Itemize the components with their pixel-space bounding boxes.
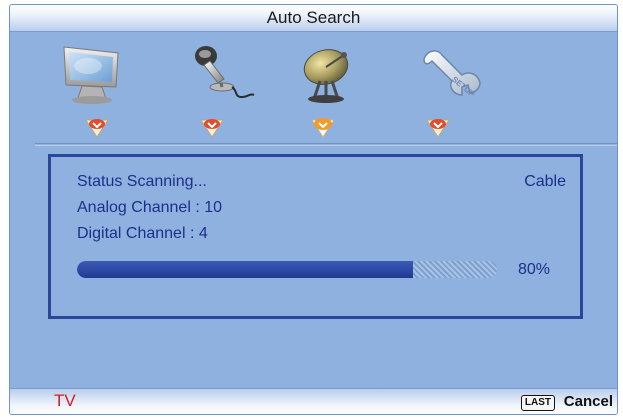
source-label: TV — [54, 391, 76, 410]
menu-icon-row: SETUP — [10, 41, 617, 111]
status-text: Status Scanning... — [77, 173, 207, 190]
marker-setup — [426, 119, 450, 138]
title-bar: Auto Search — [10, 5, 617, 32]
picture-icon[interactable] — [58, 41, 128, 109]
bottom-bar: TV LAST Cancel — [10, 388, 617, 414]
osd-window: Auto Search SETUP Status Scanning... Cab… — [9, 4, 618, 415]
scan-panel: Status Scanning... Cable Analog Channel … — [48, 154, 583, 319]
last-key-icon[interactable]: LAST — [520, 395, 555, 411]
setup-icon[interactable]: SETUP — [418, 41, 488, 109]
page-title: Auto Search — [266, 8, 361, 27]
progress-percent: 80% — [517, 261, 550, 278]
source-type: Cable — [524, 173, 566, 190]
scan-progress-fill — [77, 261, 413, 278]
analog-channel-count: Analog Channel : 10 — [77, 199, 222, 216]
marker-channel-selected — [311, 118, 335, 138]
marker-audio — [200, 119, 224, 138]
digital-channel-count: Digital Channel : 4 — [77, 225, 208, 242]
divider — [35, 143, 617, 146]
cancel-button[interactable]: Cancel — [564, 393, 613, 410]
audio-icon[interactable] — [186, 41, 256, 109]
scan-progress-bar — [77, 261, 497, 278]
marker-picture — [85, 119, 109, 138]
channel-icon[interactable] — [298, 41, 368, 109]
